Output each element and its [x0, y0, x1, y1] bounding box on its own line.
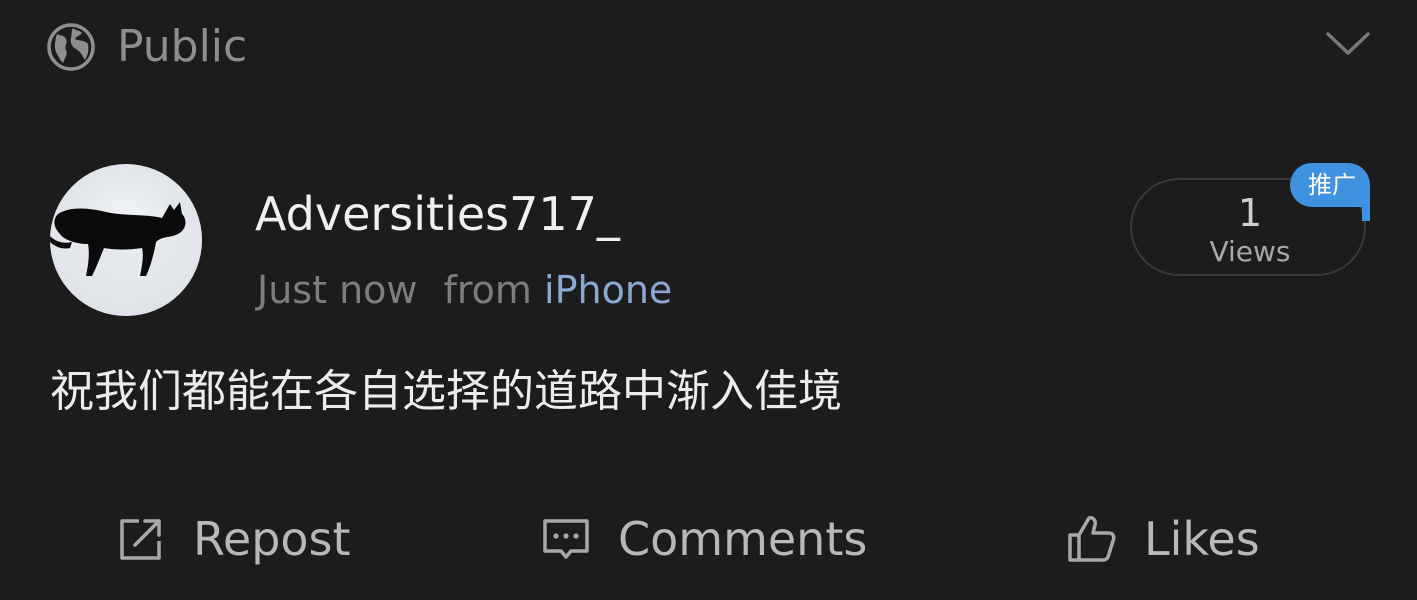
post-time: Just now [257, 268, 418, 312]
repost-icon [120, 519, 161, 560]
username[interactable]: Adversities717_ [255, 186, 620, 242]
likes-label: Likes [1144, 512, 1260, 566]
likes-button[interactable]: Likes [1066, 496, 1260, 582]
comment-icon [543, 519, 589, 559]
chevron-down-icon[interactable] [1323, 26, 1373, 62]
source-prefix: from [443, 268, 532, 312]
comments-button[interactable]: Comments [540, 496, 867, 582]
repost-label: Repost [193, 512, 351, 566]
comments-label: Comments [618, 512, 868, 566]
post-text: 祝我们都能在各自选择的道路中渐入佳境 [50, 366, 842, 417]
views-label: Views [1209, 235, 1291, 268]
promo-tag[interactable]: 推广 [1290, 163, 1370, 207]
visibility-bar[interactable]: Public [0, 0, 1417, 100]
avatar-image [50, 164, 202, 316]
globe-icon [47, 23, 95, 71]
thumbs-up-icon [1068, 516, 1116, 562]
avatar[interactable] [50, 164, 202, 316]
promo-tag-tail [1362, 207, 1370, 221]
post-meta: Just now from iPhone [257, 266, 672, 314]
repost-button[interactable]: Repost [115, 496, 351, 582]
visibility-label: Public [117, 21, 248, 72]
action-bar: Repost Comments Likes [0, 496, 1417, 586]
source-device-link[interactable]: iPhone [544, 268, 672, 312]
